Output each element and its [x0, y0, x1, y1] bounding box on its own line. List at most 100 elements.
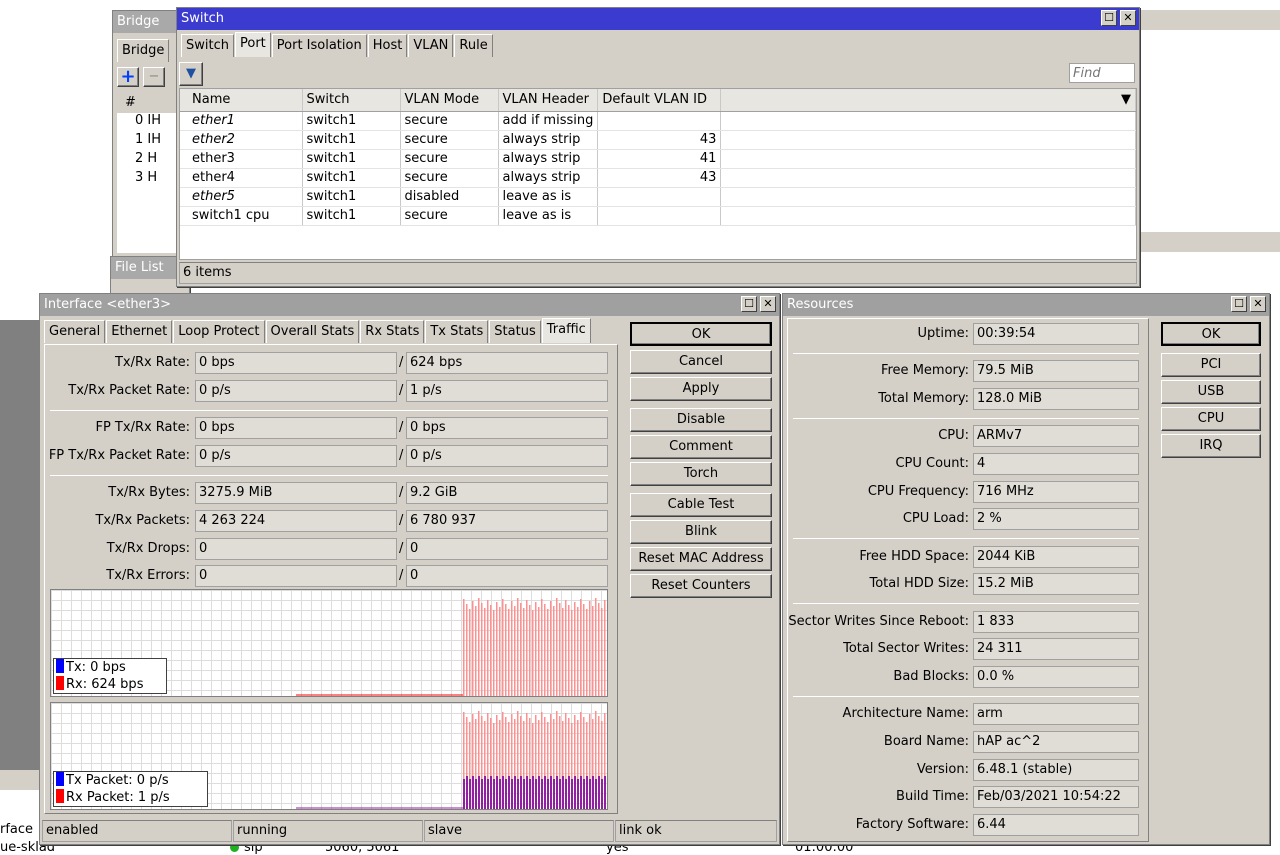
- blink-button[interactable]: Blink: [630, 520, 772, 544]
- rx-bar: [514, 606, 516, 696]
- col-switch[interactable]: Switch: [302, 89, 401, 112]
- table-row[interactable]: ether4 switch1 secure always strip 43: [180, 168, 1136, 188]
- packet-bar: [544, 776, 546, 809]
- packet-bar: [586, 776, 588, 809]
- ok-button[interactable]: OK: [630, 322, 772, 346]
- switch-title[interactable]: Switch ☐ ✕: [177, 8, 1139, 30]
- packet-bar: [517, 779, 519, 809]
- table-header: Name Switch VLAN Mode VLAN Header Defaul…: [180, 89, 1136, 112]
- rx-bar: [469, 609, 471, 696]
- table-row[interactable]: ether2 switch1 secure always strip 43: [180, 130, 1136, 150]
- add-button[interactable]: +: [117, 67, 139, 87]
- tab-overall-stats[interactable]: Overall Stats: [265, 320, 360, 343]
- maximize-icon[interactable]: ☐: [1101, 10, 1117, 26]
- table-row[interactable]: ether1 switch1 secure add if missing: [180, 111, 1136, 131]
- tab-host[interactable]: Host: [367, 34, 408, 57]
- cell-name: ether3: [180, 149, 303, 169]
- maximize-icon[interactable]: ☐: [741, 296, 757, 312]
- tab-ethernet[interactable]: Ethernet: [106, 320, 173, 343]
- switch-status: 6 items: [179, 262, 1137, 284]
- tab-vlan[interactable]: VLAN: [408, 34, 454, 57]
- filter-icon[interactable]: ▼: [179, 62, 203, 86]
- list-item[interactable]: 3 H: [117, 170, 179, 189]
- remove-button[interactable]: −: [143, 67, 165, 87]
- cell-switch: switch1: [302, 130, 401, 150]
- pci-button[interactable]: PCI: [1161, 353, 1261, 377]
- separator: [793, 696, 1139, 697]
- close-icon[interactable]: ✕: [1250, 296, 1266, 312]
- torch-button[interactable]: Torch: [630, 462, 772, 486]
- list-item[interactable]: 2 H: [117, 151, 179, 170]
- interface-title-text: Interface <ether3>: [44, 297, 172, 312]
- tab-loop-protect[interactable]: Loop Protect: [173, 320, 265, 343]
- architecture-value: arm: [973, 703, 1139, 725]
- col-more[interactable]: ▼: [720, 89, 1136, 112]
- cpu-button[interactable]: CPU: [1161, 407, 1261, 431]
- usb-button[interactable]: USB: [1161, 380, 1261, 404]
- cell-name: switch1 cpu: [180, 206, 303, 226]
- stat-label: FP Tx/Rx Rate:: [95, 420, 190, 435]
- maximize-icon[interactable]: ☐: [1231, 296, 1247, 312]
- find-input[interactable]: [1069, 63, 1135, 83]
- col-name[interactable]: Name: [180, 89, 303, 112]
- tab-traffic[interactable]: Traffic: [541, 318, 591, 343]
- packet-bar: [487, 779, 489, 809]
- tab-switch[interactable]: Switch: [181, 34, 234, 57]
- tab-status[interactable]: Status: [489, 320, 541, 343]
- irq-button[interactable]: IRQ: [1161, 434, 1261, 458]
- packet-bar: [475, 779, 477, 809]
- close-icon[interactable]: ✕: [1120, 10, 1136, 26]
- disable-button[interactable]: Disable: [630, 408, 772, 432]
- separator: [50, 475, 608, 476]
- chevron-down-icon[interactable]: ▼: [1121, 92, 1131, 107]
- col-default-vlan-id[interactable]: Default VLAN ID: [597, 89, 722, 112]
- tab-port-isolation[interactable]: Port Isolation: [271, 34, 367, 57]
- rx-bar: [463, 599, 465, 696]
- col-vlan-mode[interactable]: VLAN Mode: [400, 89, 499, 112]
- cancel-button[interactable]: Cancel: [630, 350, 772, 374]
- packet-bar: [562, 776, 564, 809]
- reset-mac-address-button[interactable]: Reset MAC Address: [630, 547, 772, 571]
- tx-rate-field: 0 bps: [195, 352, 397, 374]
- rx-packet-rate-field: 1 p/s: [406, 380, 608, 402]
- rx-bar: [544, 604, 546, 696]
- rx-bar: [493, 610, 495, 696]
- tab-general[interactable]: General: [44, 320, 106, 343]
- ok-button[interactable]: OK: [1161, 322, 1261, 346]
- resources-title[interactable]: Resources ☐ ✕: [783, 294, 1269, 316]
- tab-rx-stats[interactable]: Rx Stats: [360, 320, 425, 343]
- packet-bar: [469, 779, 471, 809]
- bridge-list: 0 IH 1 IH 2 H 3 H: [117, 113, 179, 253]
- table-row[interactable]: ether5 switch1 disabled leave as is: [180, 187, 1136, 207]
- interface-title[interactable]: Interface <ether3> ☐ ✕: [40, 294, 779, 316]
- separator: [50, 410, 608, 411]
- cell-empty: [720, 168, 1136, 188]
- bridge-title[interactable]: Bridge: [113, 11, 181, 33]
- apply-button[interactable]: Apply: [630, 377, 772, 401]
- free-hdd-value: 2044 KiB: [973, 546, 1139, 568]
- table-row[interactable]: switch1 cpu switch1 secure leave as is: [180, 206, 1136, 226]
- cpu-load-value: 2 %: [973, 508, 1139, 530]
- table-row[interactable]: ether3 switch1 secure always strip 41: [180, 149, 1136, 169]
- cell-empty: [720, 149, 1136, 169]
- cell-switch: switch1: [302, 206, 401, 226]
- col-vlan-header[interactable]: VLAN Header: [498, 89, 599, 112]
- tab-tx-stats[interactable]: Tx Stats: [425, 320, 489, 343]
- reset-counters-button[interactable]: Reset Counters: [630, 574, 772, 598]
- list-item[interactable]: 0 IH: [117, 113, 179, 132]
- uptime-value: 00:39:54: [973, 323, 1139, 345]
- comment-button[interactable]: Comment: [630, 435, 772, 459]
- slash: /: [399, 420, 404, 435]
- traffic-legend: Tx: 0 bps Rx: 624 bps: [53, 658, 167, 694]
- cpu-frequency-label: CPU Frequency:: [867, 484, 969, 499]
- cell-mode: secure: [400, 168, 499, 188]
- rx-bar: [604, 600, 606, 696]
- tab-port[interactable]: Port: [234, 32, 271, 57]
- tab-rule[interactable]: Rule: [454, 34, 493, 57]
- list-item[interactable]: 1 IH: [117, 132, 179, 151]
- close-icon[interactable]: ✕: [760, 296, 776, 312]
- legend-tx: Tx: 0 bps: [56, 659, 166, 676]
- cable-test-button[interactable]: Cable Test: [630, 493, 772, 517]
- tab-bridge[interactable]: Bridge: [117, 39, 170, 62]
- cell-header: leave as is: [498, 206, 599, 226]
